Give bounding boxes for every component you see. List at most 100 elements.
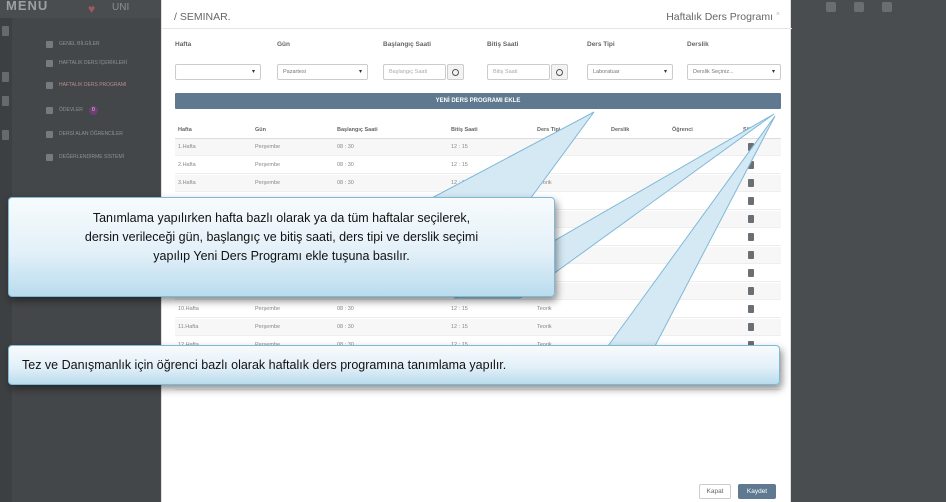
table-row: 2.Hafta Perşembe 08 : 30 12 : 15 Teorik [175, 157, 781, 174]
cell-start: 08 : 30 [337, 144, 354, 150]
cell-end: 12 : 15 [451, 324, 468, 330]
week-select[interactable]: ▾ [175, 64, 261, 80]
trash-icon[interactable] [748, 215, 754, 223]
col-start: Başlangıç Saati [337, 127, 378, 133]
trash-icon[interactable] [748, 323, 754, 331]
cell-end: 12 : 15 [451, 180, 468, 186]
edge-home-icon [2, 26, 9, 36]
course-type-select[interactable]: Laboratuar ▾ [587, 64, 673, 80]
col-type: Ders Tipi [537, 127, 561, 133]
close-button[interactable]: Kapat [699, 484, 731, 499]
cell-start: 08 : 30 [337, 162, 354, 168]
cell-day: Perşembe [255, 180, 281, 186]
table-row: 1.Hafta Perşembe 08 : 30 12 : 15 Teorik [175, 139, 781, 156]
classroom-label: Derslik [687, 41, 709, 48]
cell-type: Teorik [537, 324, 552, 330]
settings-icon[interactable] [882, 2, 892, 12]
callout-line: dersin verileceği gün, başlangıç ve biti… [84, 230, 479, 244]
cell-day: Perşembe [255, 144, 281, 150]
trash-icon[interactable] [748, 179, 754, 187]
day-select[interactable]: Pazartesi ▾ [277, 64, 368, 80]
sidebar-item-label: HAFTALIK DERS İÇERİKLERİ [59, 60, 127, 66]
edge-user-icon [2, 130, 9, 140]
cell-day: Perşembe [255, 162, 281, 168]
trash-icon[interactable] [748, 143, 754, 151]
table-row: 10.Hafta Perşembe 08 : 30 12 : 15 Teorik [175, 301, 781, 318]
program-table-header: Hafta Gün Başlangıç Saati Bitiş Saati De… [175, 121, 781, 139]
clock-icon [556, 68, 563, 76]
callout-line: yapılıp Yeni Ders Programı ekle tuşuna b… [153, 249, 410, 263]
trash-icon[interactable] [748, 161, 754, 169]
col-delete: Sil [743, 127, 750, 133]
users-icon [46, 130, 53, 138]
sidebar-item-assignments[interactable]: ÖDEVLER 0 [46, 104, 98, 116]
end-time-input[interactable]: Bitiş Saati [487, 64, 550, 80]
week-label: Hafta [175, 41, 192, 48]
sidebar-item-label: DEĞERLENDİRME SİSTEMİ [59, 154, 125, 160]
cell-week: 2.Hafta [178, 162, 196, 168]
save-button[interactable]: Kaydet [738, 484, 776, 499]
add-program-button[interactable]: YENİ DERS PROGRAMI EKLE [175, 93, 781, 109]
trash-icon[interactable] [748, 269, 754, 277]
trash-icon[interactable] [748, 197, 754, 205]
callout-instructions: Tanımlama yapılırken hafta bazlı olarak … [8, 197, 555, 297]
list-icon [46, 59, 53, 67]
cell-type: Teorik [537, 162, 552, 168]
sidebar-item-general[interactable]: GENEL BİLGİLER [46, 38, 100, 50]
calendar-icon [46, 81, 53, 89]
end-time-placeholder: Bitiş Saati [493, 69, 518, 75]
start-time-label: Başlangıç Saati [383, 41, 432, 48]
sidebar-item-weekly-content[interactable]: HAFTALIK DERS İÇERİKLERİ [46, 57, 127, 69]
chevron-down-icon: ▾ [663, 69, 667, 75]
notification-icon[interactable] [826, 2, 836, 12]
cell-start: 08 : 30 [337, 306, 354, 312]
cell-day: Perşembe [255, 306, 281, 312]
end-clock-button[interactable] [551, 64, 568, 80]
cell-end: 12 : 15 [451, 162, 468, 168]
cell-day: Perşembe [255, 324, 281, 330]
sidebar-item-label: DERSİ ALAN ÖĞRENCİLER [59, 131, 123, 137]
topbar-icons [826, 2, 892, 12]
col-end: Bitiş Saati [451, 127, 478, 133]
modal-divider [162, 28, 792, 29]
cell-type: Teorik [537, 180, 552, 186]
trash-icon[interactable] [748, 251, 754, 259]
chart-icon [46, 153, 53, 161]
user-icon[interactable] [854, 2, 864, 12]
sidebar-item-label: HAFTALIK DERS PROGRAMI [59, 82, 127, 88]
trash-icon[interactable] [748, 305, 754, 313]
close-icon[interactable]: × [776, 11, 780, 18]
cell-start: 08 : 30 [337, 324, 354, 330]
course-type-label: Ders Tipi [587, 41, 615, 48]
classroom-select[interactable]: Derslik Seçiniz... ▾ [687, 64, 781, 80]
university-logo-text: UNI [112, 2, 130, 13]
edge-list-icon [2, 72, 9, 82]
trash-icon[interactable] [748, 287, 754, 295]
cell-week: 3.Hafta [178, 180, 196, 186]
start-time-input[interactable]: Başlangıç Saati [383, 64, 446, 80]
assignments-badge: 0 [88, 105, 98, 115]
chevron-down-icon: ▾ [358, 69, 362, 75]
day-select-value: Pazartesi [283, 69, 306, 75]
trash-icon[interactable] [748, 233, 754, 241]
chevron-down-icon: ▾ [771, 69, 775, 75]
menu-label[interactable]: MENU [6, 0, 48, 13]
callout-line: Tanımlama yapılırken hafta bazlı olarak … [92, 211, 471, 225]
table-row: 3.Hafta Perşembe 08 : 30 12 : 15 Teorik [175, 175, 781, 192]
cell-week: 11.Hafta [178, 324, 199, 330]
doc-icon [46, 106, 53, 114]
sidebar-item-students[interactable]: DERSİ ALAN ÖĞRENCİLER [46, 128, 123, 140]
start-clock-button[interactable] [447, 64, 464, 80]
cell-end: 12 : 15 [451, 306, 468, 312]
cell-type: Teorik [537, 144, 552, 150]
info-icon [46, 40, 53, 48]
table-row: 11.Hafta Perşembe 08 : 30 12 : 15 Teorik [175, 319, 781, 336]
clock-icon [452, 68, 459, 76]
sidebar-item-evaluation[interactable]: DEĞERLENDİRME SİSTEMİ [46, 151, 124, 163]
classroom-value: Derslik Seçiniz... [693, 69, 734, 75]
modal-right-title: Haftalık Ders Programı × [666, 11, 780, 23]
sidebar-item-weekly-program[interactable]: HAFTALIK DERS PROGRAMI [46, 79, 126, 91]
callout-thesis-note: Tez ve Danışmanlık için öğrenci bazlı ol… [8, 345, 780, 385]
start-time-placeholder: Başlangıç Saati [389, 69, 428, 75]
cell-start: 08 : 30 [337, 180, 354, 186]
